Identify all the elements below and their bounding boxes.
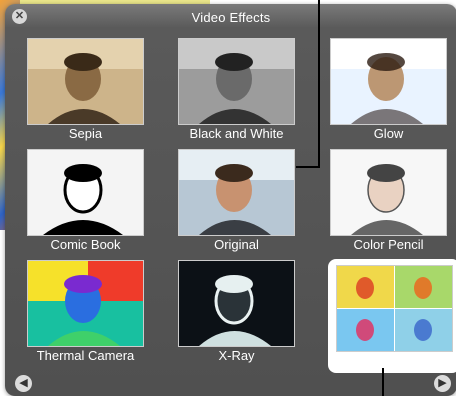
effect-label: Sepia bbox=[68, 126, 103, 141]
effect-thumbnail bbox=[330, 38, 447, 125]
effect-label: Thermal Camera bbox=[36, 348, 135, 363]
effect-color-pencil[interactable]: Color Pencil bbox=[330, 149, 447, 252]
effect-thermal-camera[interactable]: Thermal Camera bbox=[27, 260, 144, 363]
effect-thumbnail bbox=[178, 260, 295, 347]
callout-line bbox=[382, 368, 384, 396]
effect-label: Comic Book bbox=[50, 237, 121, 252]
callout-line bbox=[318, 0, 320, 168]
window-title: Video Effects bbox=[191, 10, 271, 25]
arrow-right-icon[interactable]: ▶ bbox=[434, 375, 451, 392]
effect-thumbnail bbox=[336, 265, 453, 352]
effect-thumbnail bbox=[330, 149, 447, 236]
arrow-left-icon[interactable]: ◀ bbox=[15, 375, 32, 392]
effect-label: Pop Art bbox=[373, 354, 416, 369]
effect-thumbnail bbox=[178, 38, 295, 125]
effect-label: X-Ray bbox=[218, 348, 255, 363]
video-effects-window: ✕ Video Effects Sepia Black and White Gl… bbox=[5, 4, 456, 396]
effect-original[interactable]: Original bbox=[178, 149, 295, 252]
effect-label: Black and White bbox=[189, 126, 284, 141]
effect-x-ray[interactable]: X-Ray bbox=[178, 260, 295, 363]
effect-comic-book[interactable]: Comic Book bbox=[27, 149, 144, 252]
effect-pop-art[interactable]: Pop Art bbox=[336, 265, 453, 369]
effect-thumbnail bbox=[27, 38, 144, 125]
effect-label: Color Pencil bbox=[353, 237, 424, 252]
effect-label: Original bbox=[214, 237, 259, 252]
effect-thumbnail bbox=[178, 149, 295, 236]
effect-label: Glow bbox=[373, 126, 404, 141]
effect-black-and-white[interactable]: Black and White bbox=[178, 38, 295, 141]
callout-line bbox=[296, 166, 320, 168]
effect-glow[interactable]: Glow bbox=[330, 38, 447, 141]
effect-thumbnail bbox=[27, 260, 144, 347]
effect-thumbnail bbox=[27, 149, 144, 236]
effect-sepia[interactable]: Sepia bbox=[27, 38, 144, 141]
